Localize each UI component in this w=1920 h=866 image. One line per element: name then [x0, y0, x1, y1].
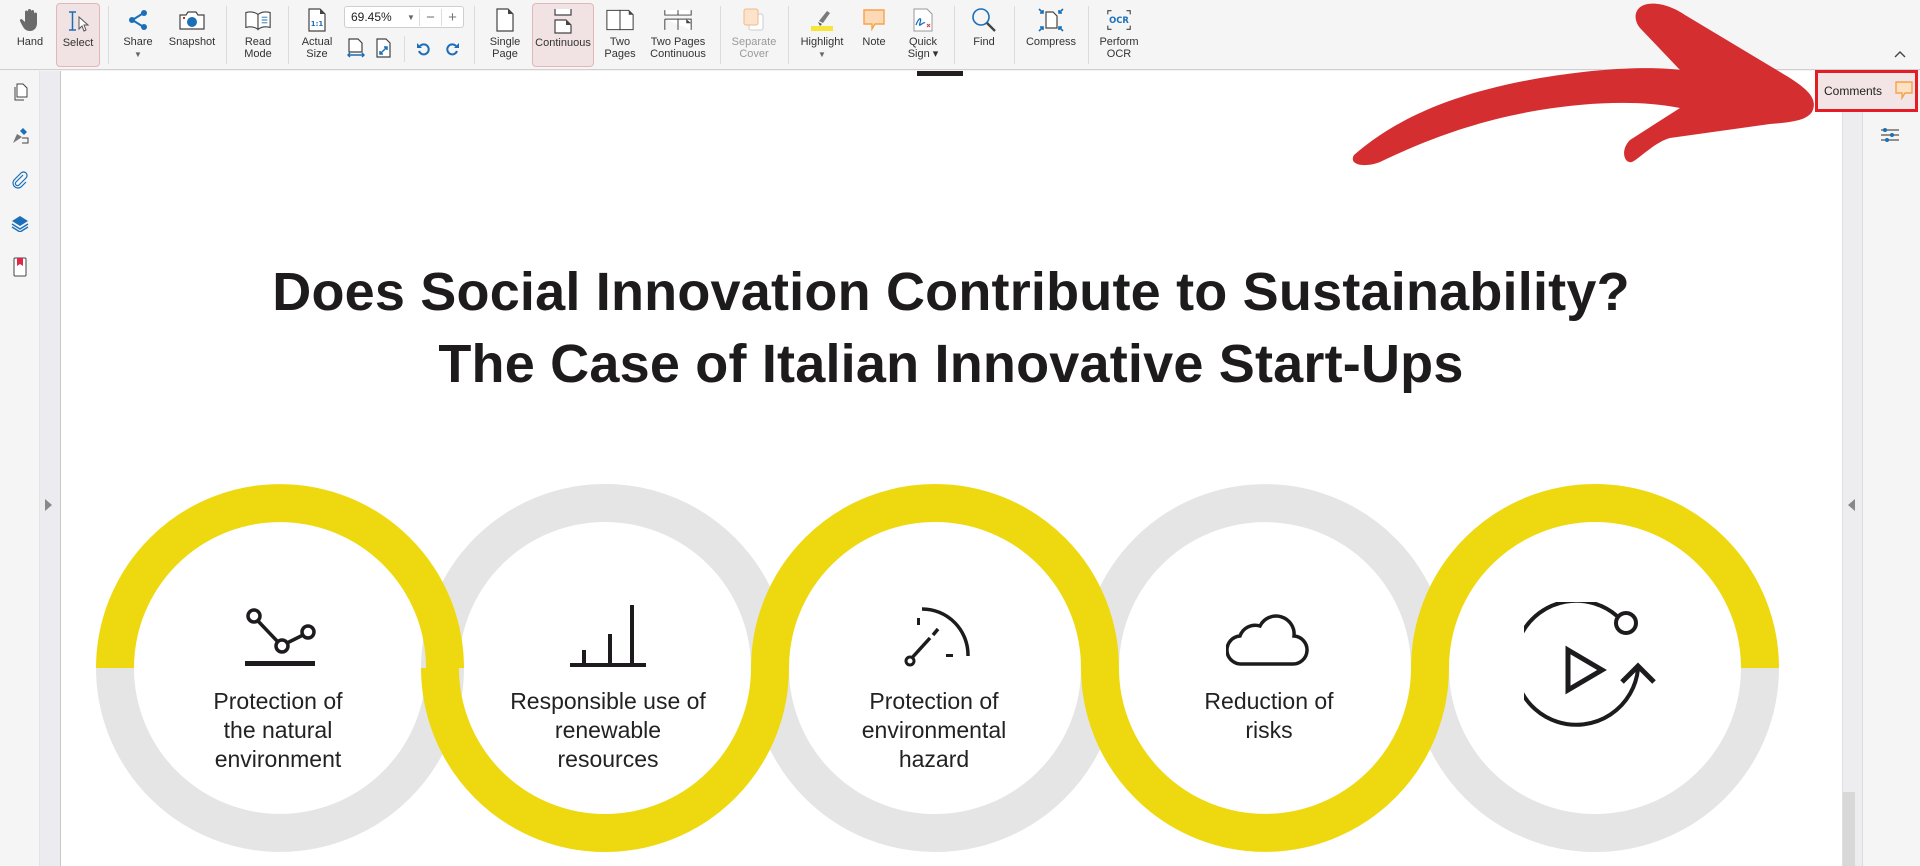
red-annotation-arrow	[1352, 3, 1814, 166]
gauge-icon	[904, 607, 970, 667]
right-panel-collapse-strip[interactable]	[1842, 71, 1862, 866]
right-sidebar	[1862, 71, 1920, 866]
vertical-scrollbar-thumb[interactable]	[1843, 792, 1855, 866]
network-graph-icon	[245, 608, 316, 666]
comments-panel-button[interactable]: Comments	[1815, 70, 1918, 112]
circle-label-4: Reduction of risks	[1204, 688, 1334, 743]
bar-chart-icon	[570, 605, 646, 667]
cloud-icon	[1226, 614, 1309, 666]
play-cycle-icon	[1524, 602, 1656, 727]
circle-label-2: Responsible use of renewable resources	[510, 688, 706, 772]
circle-label-3: Protection of environmental hazard	[861, 688, 1007, 772]
circle-label-1: Protection of the natural environment	[213, 688, 343, 772]
properties-sliders-icon[interactable]	[1881, 127, 1899, 148]
comment-bubble-icon	[1894, 80, 1914, 103]
expand-right-panel-arrow-icon[interactable]	[1848, 499, 1855, 511]
comments-label: Comments	[1824, 84, 1883, 98]
